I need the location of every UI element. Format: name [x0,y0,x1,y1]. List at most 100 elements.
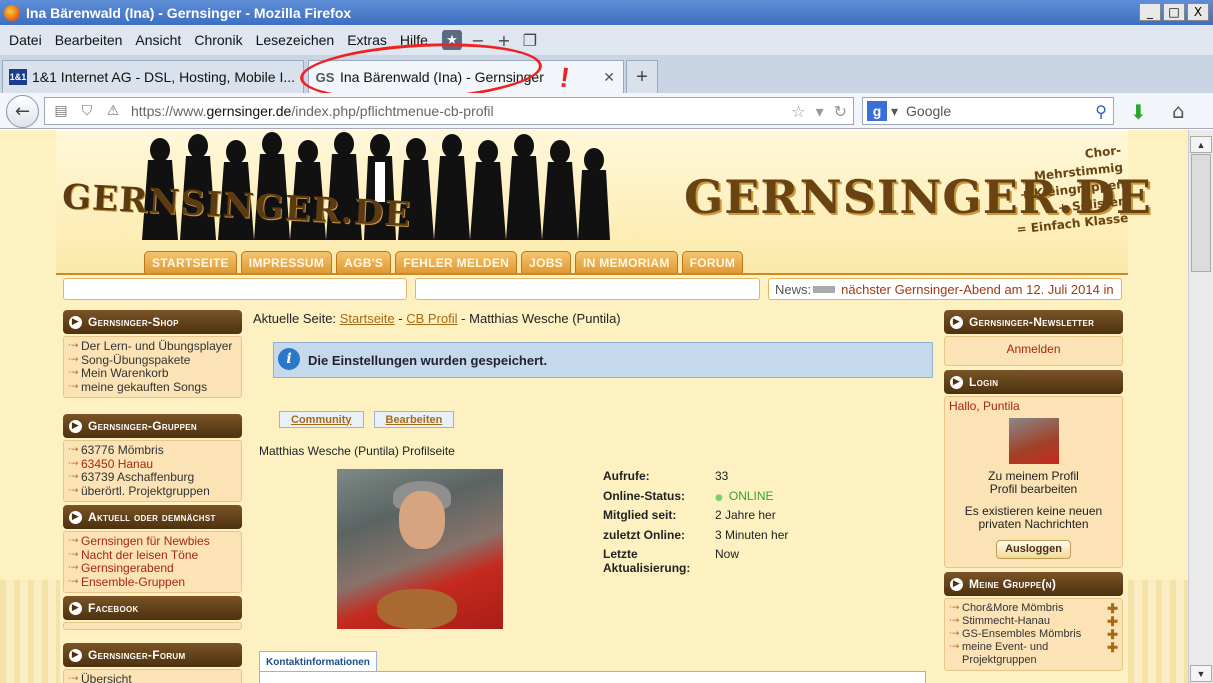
my-profile-link[interactable]: Zu meinem Profil [949,469,1118,484]
profile-title: Matthias Wesche (Puntila) Profilseite [259,444,455,458]
tab-kontaktinformationen[interactable]: Kontaktinformationen [259,651,377,672]
search-input[interactable]: Google [906,103,951,119]
nav-impressum[interactable]: IMPRESSUM [240,251,333,273]
list-item[interactable]: meine gekauften Songs [68,380,237,395]
url-bar[interactable]: ▤ ⛉ ⚠ https://www.gernsinger.de/index.ph… [44,97,854,125]
list-item[interactable]: Chor&More Mömbris [949,602,1063,615]
menu-ansicht[interactable]: Ansicht [130,32,186,48]
list-item[interactable]: 63776 Mömbris [68,443,237,458]
module-meine-gruppe: ▶Meine Gruppe(n) Chor&More Mömbris ✚ Stim… [944,572,1123,671]
home-icon[interactable]: ⌂ [1172,99,1185,123]
info-icon: i [278,348,300,370]
new-tab-button[interactable]: + [626,60,658,93]
window-titlebar: Ina Bärenwald (Ina) - Gernsinger - Mozil… [0,0,1213,25]
list-item[interactable]: Ensemble-Gruppen [68,575,237,590]
nav-forum[interactable]: FORUM [681,251,744,273]
menu-bearbeiten[interactable]: Bearbeiten [50,32,128,48]
edit-profile-link[interactable]: Profil bearbeiten [949,482,1118,497]
expand-plus-icon[interactable]: ✚ [1107,641,1118,654]
minimize-button[interactable]: _ [1139,3,1161,21]
search-engine-dropdown-icon[interactable]: ▾ [891,103,898,120]
list-item[interactable]: überörtl. Projektgruppen [68,484,237,499]
copy-icon[interactable]: ❐ [520,30,540,50]
list-item[interactable]: Song-Übungspakete [68,353,237,368]
reader-icon[interactable]: ▤ [51,103,71,119]
list-item[interactable]: Mein Warenkorb [68,366,237,381]
module-header: ▶ Aktuell oder demnächst [63,505,242,529]
profile-stats: Aufrufe:33 Online-Status:ONLINE Mitglied… [603,469,788,575]
breadcrumb-home-link[interactable]: Startseite [340,311,395,326]
search-icon[interactable]: ⚲ [1095,102,1107,121]
arrow-right-icon: ▶ [69,510,82,524]
messages-info: Es existieren keine neuen privaten Nachr… [964,503,1103,531]
ticker-controls-icon[interactable] [813,285,836,293]
nav-jobs[interactable]: JOBS [521,251,571,273]
nav-in-memoriam[interactable]: IN MEMORIAM [574,251,678,273]
login-greeting: Hallo, Puntila [949,399,1020,413]
module-shop: ▶Gernsinger-Shop Der Lern- und Übungspla… [63,310,242,398]
logout-button[interactable]: Ausloggen [996,539,1071,559]
tab-bearbeiten[interactable]: Bearbeiten [373,411,455,428]
tab-close-icon[interactable]: ✕ [603,69,615,86]
module-newsletter: ▶ Gernsinger-Newsletter Anmelden [944,310,1123,366]
stat-row: zuletzt Online: 3 Minuten her [603,527,789,542]
warning-icon[interactable]: ⚠ [103,103,123,119]
module-header: ▶ Facebook [63,596,242,620]
dropdown-arrow-icon[interactable]: ▾ [816,102,824,121]
empty-box-2 [415,278,760,300]
list-item[interactable]: 63450 Hanau [68,457,237,472]
stat-row: Letzte Aktualisierung: Now [603,547,740,575]
menu-extras[interactable]: Extras [342,32,392,48]
stat-row: Mitglied seit: 2 Jahre her [603,508,776,522]
bookmark-star-icon[interactable]: ☆ [791,102,805,121]
tabbar: 1&1 1&1 Internet AG - DSL, Hosting, Mobi… [0,55,1213,93]
list-item[interactable]: meine Event- und Projektgruppen [949,641,1105,667]
kontakt-panel [259,671,926,683]
breadcrumb-cb-link[interactable]: CB Profil [406,311,457,326]
news-text[interactable]: nächster Gernsinger-Abend am 12. Juli 20… [841,282,1113,297]
menu-lesezeichen[interactable]: Lesezeichen [251,32,340,48]
search-bar[interactable]: g ▾ Google ⚲ [862,97,1114,125]
list-item[interactable]: Stimmecht-Hanau [949,615,1050,628]
url-text[interactable]: https://www.gernsinger.de/index.php/pfli… [131,103,494,119]
decor-stripes-right [1128,580,1188,683]
shield-icon[interactable]: ⛉ [77,103,97,119]
menu-chronik[interactable]: Chronik [189,32,247,48]
firefox-icon [4,4,20,21]
scroll-down-icon[interactable]: ▼ [1190,665,1212,682]
tab-community[interactable]: Community [279,411,364,428]
reload-icon[interactable]: ↻ [834,102,847,121]
scroll-up-icon[interactable]: ▲ [1190,136,1212,153]
newsletter-signup-link[interactable]: Anmelden [1006,342,1060,356]
navigation-bar: ← ▤ ⛉ ⚠ https://www.gernsinger.de/index.… [0,93,1213,129]
list-item[interactable]: Übersicht [68,672,237,683]
main-nav: STARTSEITE IMPRESSUM AGB'S FEHLER MELDEN… [144,251,744,273]
list-item[interactable]: Der Lern- und Übungsplayer [68,339,237,354]
list-item[interactable]: Nacht der leisen Töne [68,548,237,563]
google-icon[interactable]: g [867,101,887,121]
list-item[interactable]: Gernsingen für Newbies [68,534,237,549]
nav-agbs[interactable]: AGB'S [336,251,392,273]
profile-photo [337,469,503,629]
avatar[interactable] [1008,417,1059,464]
nav-fehler-melden[interactable]: FEHLER MELDEN [395,251,518,273]
menubar: Datei Bearbeiten Ansicht Chronik Lesezei… [0,25,1213,55]
nav-startseite[interactable]: STARTSEITE [144,251,237,273]
news-ticker[interactable]: News: nächster Gernsinger-Abend am 12. J… [768,278,1122,300]
close-button[interactable]: X [1187,3,1209,21]
breadcrumb: Aktuelle Seite: Startseite - CB Profil -… [253,311,621,326]
download-icon[interactable]: ⬇ [1130,100,1147,124]
list-item[interactable]: Gernsingerabend [68,561,237,576]
breadcrumb-current: Matthias Wesche (Puntila) [469,311,621,326]
maximize-button[interactable]: □ [1163,3,1185,21]
vertical-scrollbar[interactable]: ▲ ▼ [1188,130,1213,683]
online-status: ONLINE [715,489,774,509]
back-button[interactable]: ← [6,95,39,128]
list-item[interactable]: GS-Ensembles Mömbris [949,628,1081,641]
arrow-right-icon: ▶ [950,577,963,591]
list-item[interactable]: 63739 Aschaffenburg [68,470,237,485]
menu-datei[interactable]: Datei [4,32,47,48]
module-header: ▶ Meine Gruppe(n) [944,572,1123,596]
tab-1und1[interactable]: 1&1 1&1 Internet AG - DSL, Hosting, Mobi… [2,60,304,93]
scroll-thumb[interactable] [1191,154,1211,272]
